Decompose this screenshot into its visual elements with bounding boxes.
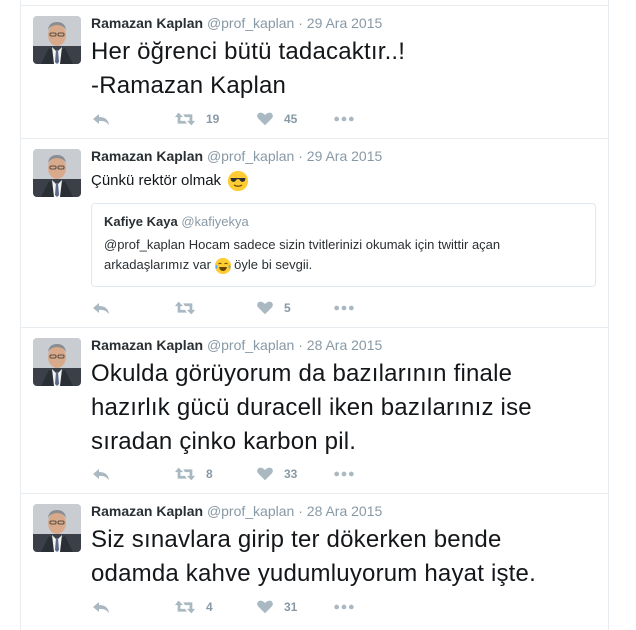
- user-photo-icon: [33, 504, 81, 552]
- timestamp[interactable]: 28 Ara 2015: [307, 337, 383, 353]
- more-icon: [333, 464, 355, 484]
- separator: ·: [298, 337, 303, 353]
- separator: ·: [298, 15, 303, 31]
- tweet-text-line: Siz sınavlara girip ter dökerken bende: [91, 526, 502, 553]
- tweet[interactable]: Ramazan Kaplan @prof_kaplan · 29 Ara 201…: [21, 5, 608, 139]
- tweet-text-line: Okulda görüyorum da bazılarının finale: [91, 360, 513, 387]
- reply-icon: [91, 464, 111, 484]
- retweet-icon: [174, 464, 196, 484]
- retweet-button[interactable]: 4: [174, 597, 213, 617]
- retweet-icon: [174, 597, 196, 617]
- tweet-text-line: -Ramazan Kaplan: [91, 72, 287, 99]
- retweet-button[interactable]: [174, 298, 206, 318]
- tweet[interactable]: Ramazan Kaplan @prof_kaplan · 28 Ara 201…: [21, 327, 608, 494]
- quoted-text-line: @prof_kaplan Hocam sadece sizin tvitleri…: [104, 237, 501, 252]
- tweet-actions: 4 31: [91, 597, 391, 617]
- like-count: 33: [284, 467, 298, 481]
- retweet-count: 8: [206, 467, 213, 481]
- reply-icon: [91, 109, 111, 129]
- avatar[interactable]: [33, 16, 81, 64]
- user-photo-icon: [33, 338, 81, 386]
- retweet-count: 19: [206, 112, 220, 126]
- author-name[interactable]: Ramazan Kaplan: [91, 337, 203, 353]
- tweet[interactable]: Ramazan Kaplan @prof_kaplan · 29 Ara 201…: [21, 138, 608, 328]
- like-count: 45: [284, 112, 298, 126]
- heart-icon: [256, 597, 274, 617]
- retweet-button[interactable]: 19: [174, 109, 219, 129]
- quoted-text-line: arkadaşlarımız var öyle bi sevgii.: [104, 255, 583, 275]
- timestamp[interactable]: 29 Ara 2015: [307, 148, 383, 164]
- tweet-text: Okulda görüyorum da bazılarının finale h…: [91, 357, 532, 459]
- tweet-text: Her öğrenci bütü tadacaktır..! -Ramazan …: [91, 35, 405, 103]
- author-name[interactable]: Ramazan Kaplan: [91, 503, 203, 519]
- tweet-actions: 19 45: [91, 109, 391, 129]
- tweet-text-line: odamda kahve yudumluyorum hayat işte.: [91, 560, 536, 587]
- quoted-author-handle: @kafiyekya: [181, 214, 249, 229]
- avatar[interactable]: [33, 338, 81, 386]
- like-button[interactable]: 31: [256, 597, 297, 617]
- reply-icon: [91, 597, 111, 617]
- user-photo-icon: [33, 16, 81, 64]
- quoted-tweet-header: Kafiye Kaya @kafiyekya: [104, 214, 583, 229]
- tweet-actions: 8 33: [91, 464, 391, 484]
- quoted-tweet-text: @prof_kaplan Hocam sadece sizin tvitleri…: [104, 235, 583, 275]
- author-name[interactable]: Ramazan Kaplan: [91, 148, 203, 164]
- heart-icon: [256, 109, 274, 129]
- quoted-text-part: arkadaşlarımız var: [104, 257, 211, 272]
- tweet-text-line: Her öğrenci bütü tadacaktır..!: [91, 38, 406, 65]
- separator: ·: [298, 503, 303, 519]
- quoted-text-part: öyle bi sevgii.: [234, 257, 313, 272]
- more-button[interactable]: [333, 597, 355, 617]
- retweet-count: 4: [206, 600, 213, 614]
- author-handle[interactable]: @prof_kaplan: [207, 15, 294, 31]
- tweet-header: Ramazan Kaplan @prof_kaplan · 28 Ara 201…: [91, 503, 382, 519]
- author-handle[interactable]: @prof_kaplan: [207, 337, 294, 353]
- like-count: 31: [284, 600, 298, 614]
- tweet-header: Ramazan Kaplan @prof_kaplan · 29 Ara 201…: [91, 15, 382, 31]
- tweet-text: Siz sınavlara girip ter dökerken bende o…: [91, 523, 536, 591]
- tweet-text-line: sıradan çinko karbon pil.: [91, 428, 357, 455]
- retweet-icon: [174, 109, 196, 129]
- quoted-tweet[interactable]: Kafiye Kaya @kafiyekya @prof_kaplan Hoca…: [91, 203, 596, 287]
- tweet-header: Ramazan Kaplan @prof_kaplan · 29 Ara 201…: [91, 148, 382, 164]
- retweet-icon: [174, 298, 196, 318]
- reply-button[interactable]: [91, 464, 111, 484]
- tweet[interactable]: Ramazan Kaplan @prof_kaplan · 28 Ara 201…: [21, 493, 608, 627]
- tears-of-joy-emoji-icon: [214, 257, 231, 274]
- quoted-author-name: Kafiye Kaya: [104, 214, 178, 229]
- more-icon: [333, 597, 355, 617]
- timeline: Ramazan Kaplan @prof_kaplan · 29 Ara 201…: [20, 0, 609, 630]
- like-button[interactable]: 5: [256, 298, 291, 318]
- more-icon: [333, 109, 355, 129]
- more-button[interactable]: [333, 109, 355, 129]
- retweet-button[interactable]: 8: [174, 464, 213, 484]
- timestamp[interactable]: 29 Ara 2015: [307, 15, 383, 31]
- timestamp[interactable]: 28 Ara 2015: [307, 503, 383, 519]
- user-photo-icon: [33, 149, 81, 197]
- tweet-actions: 5: [91, 298, 391, 318]
- like-button[interactable]: 45: [256, 109, 297, 129]
- heart-icon: [256, 298, 274, 318]
- like-count: 5: [284, 301, 291, 315]
- author-name[interactable]: Ramazan Kaplan: [91, 15, 203, 31]
- like-button[interactable]: 33: [256, 464, 297, 484]
- tweet-text-line: hazırlık gücü duracell iken bazılarınız …: [91, 394, 532, 421]
- reply-button[interactable]: [91, 298, 111, 318]
- more-button[interactable]: [333, 298, 355, 318]
- more-button[interactable]: [333, 464, 355, 484]
- author-handle[interactable]: @prof_kaplan: [207, 503, 294, 519]
- tweet-text: Çünkü rektör olmak: [91, 171, 249, 192]
- reply-icon: [91, 298, 111, 318]
- reply-button[interactable]: [91, 597, 111, 617]
- tweet-text-line: Çünkü rektör olmak: [91, 172, 222, 189]
- tweet-header: Ramazan Kaplan @prof_kaplan · 28 Ara 201…: [91, 337, 382, 353]
- author-handle[interactable]: @prof_kaplan: [207, 148, 294, 164]
- avatar[interactable]: [33, 504, 81, 552]
- heart-icon: [256, 464, 274, 484]
- more-icon: [333, 298, 355, 318]
- separator: ·: [298, 148, 303, 164]
- reply-button[interactable]: [91, 109, 111, 129]
- avatar[interactable]: [33, 149, 81, 197]
- sunglasses-emoji-icon: [228, 171, 249, 192]
